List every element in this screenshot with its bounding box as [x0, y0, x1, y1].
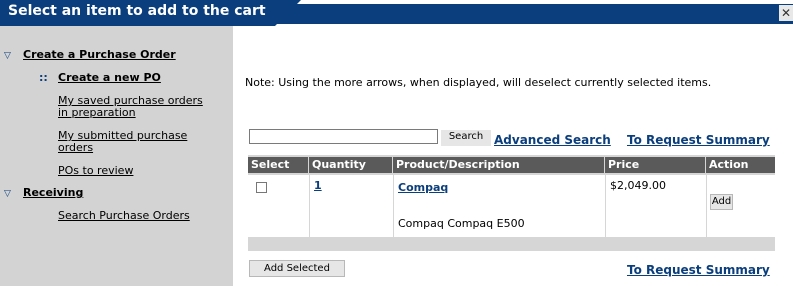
- request-summary-link-top[interactable]: To Request Summary: [627, 133, 770, 147]
- title-tab-slant: [275, 0, 301, 26]
- add-button[interactable]: Add: [710, 194, 733, 210]
- sidebar-item-search-pos[interactable]: Search Purchase Orders: [58, 210, 190, 222]
- sidebar-top: [0, 26, 233, 38]
- quantity-link[interactable]: 1: [314, 179, 322, 192]
- add-selected-button[interactable]: Add Selected: [249, 260, 345, 277]
- title-bar-band: [276, 4, 793, 24]
- price-value: $2,049.00: [610, 179, 666, 192]
- request-summary-link-bottom[interactable]: To Request Summary: [627, 263, 770, 277]
- table-row: 1 Compaq Compaq Compaq E500 $2,049.00 Ad…: [248, 175, 775, 237]
- column-header-action: Action: [709, 158, 749, 171]
- table-header-row: Select Quantity Product/Description Pric…: [248, 157, 775, 173]
- close-icon[interactable]: ✕: [779, 5, 793, 21]
- advanced-search-link[interactable]: Advanced Search: [494, 133, 611, 147]
- dialog-title-bar: Select an item to add to the cart ✕: [0, 0, 793, 26]
- sidebar-section-create-po[interactable]: Create a Purchase Order: [23, 49, 176, 61]
- product-link[interactable]: Compaq: [398, 181, 448, 194]
- column-header-price: Price: [605, 157, 706, 173]
- sidebar-item-create-new-po[interactable]: Create a new PO: [58, 72, 161, 84]
- items-table: Select Quantity Product/Description Pric…: [248, 155, 775, 251]
- expanded-triangle-icon: ▽: [4, 189, 11, 199]
- product-description: Compaq Compaq E500: [398, 217, 525, 230]
- column-divider: [605, 175, 606, 237]
- note-text: Note: Using the more arrows, when displa…: [245, 76, 712, 89]
- sidebar-item-submitted-pos[interactable]: My submitted purchase orders: [58, 130, 208, 154]
- column-divider: [309, 175, 310, 237]
- sidebar-section-receiving[interactable]: Receiving: [23, 187, 83, 199]
- current-item-bullet-icon: ::: [39, 71, 48, 84]
- column-header-quantity: Quantity: [309, 157, 393, 173]
- column-header-product: Product/Description: [393, 157, 605, 173]
- select-checkbox[interactable]: [256, 182, 267, 193]
- search-input[interactable]: [249, 129, 438, 144]
- search-button[interactable]: Search: [441, 130, 491, 146]
- sidebar-item-pos-to-review[interactable]: POs to review: [58, 165, 133, 177]
- column-divider: [706, 175, 707, 237]
- column-divider: [393, 175, 394, 237]
- dialog-title: Select an item to add to the cart: [8, 3, 266, 19]
- expanded-triangle-icon: ▽: [4, 51, 11, 61]
- sidebar-item-saved-pos[interactable]: My saved purchase orders in preparation: [58, 95, 208, 119]
- column-header-select: Select: [248, 157, 309, 173]
